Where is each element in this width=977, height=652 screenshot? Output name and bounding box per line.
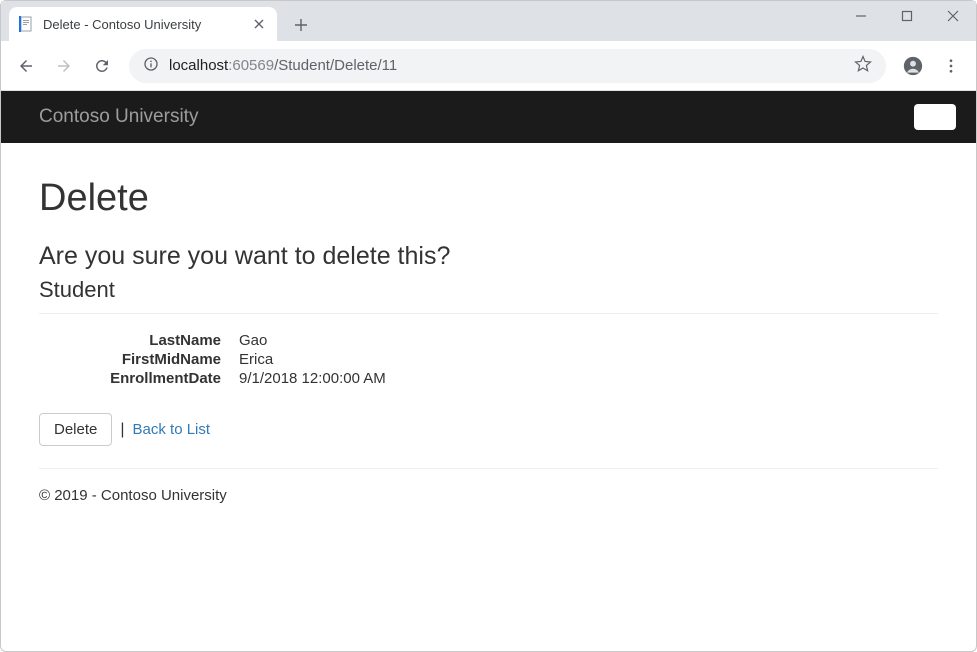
back-icon[interactable] [9,49,43,83]
field-value: Erica [239,351,938,368]
back-to-list-link[interactable]: Back to List [133,421,211,438]
navbar-brand[interactable]: Contoso University [39,106,198,128]
address-bar[interactable]: localhost:60569/Student/Delete/11 [129,49,886,83]
page-heading: Delete [39,177,938,220]
menu-dots-icon[interactable] [934,49,968,83]
profile-avatar-icon[interactable] [896,49,930,83]
field-label: EnrollmentDate [39,370,239,387]
new-tab-icon[interactable] [287,11,315,39]
bookmark-star-icon[interactable] [854,55,872,77]
maximize-icon[interactable] [884,1,930,31]
minimize-icon[interactable] [838,1,884,31]
details-list: LastName Gao FirstMidName Erica Enrollme… [39,332,938,387]
confirm-question: Are you sure you want to delete this? [39,242,938,271]
url-path: /Student/Delete/11 [274,57,397,74]
field-value: Gao [239,332,938,349]
delete-button[interactable]: Delete [39,413,112,446]
tab-close-icon[interactable] [251,16,267,32]
action-divider: | [120,421,124,439]
title-bar: Delete - Contoso University [1,1,976,41]
navbar-toggle-button[interactable] [914,104,956,130]
url-host: localhost [169,57,228,74]
url-port: :60569 [228,57,274,74]
main-container: Delete Are you sure you want to delete t… [1,143,976,524]
field-label: LastName [39,332,239,349]
favicon-icon [19,16,35,32]
browser-toolbar: localhost:60569/Student/Delete/11 [1,41,976,91]
reload-icon[interactable] [85,49,119,83]
site-navbar: Contoso University [1,91,976,143]
forward-icon[interactable] [47,49,81,83]
form-actions: Delete | Back to List [39,413,938,446]
tab-title: Delete - Contoso University [43,17,251,32]
page-content: Contoso University Delete Are you sure y… [1,91,976,524]
close-window-icon[interactable] [930,1,976,31]
field-value: 9/1/2018 12:00:00 AM [239,370,938,387]
browser-chrome: Delete - Contoso University [1,1,976,91]
site-info-icon[interactable] [143,56,159,76]
footer-text: © 2019 - Contoso University [39,487,938,504]
url-text: localhost:60569/Student/Delete/11 [169,57,397,74]
entity-name: Student [39,277,938,314]
window-controls [838,1,976,31]
footer-divider [39,468,938,469]
browser-tab[interactable]: Delete - Contoso University [9,7,277,41]
field-label: FirstMidName [39,351,239,368]
